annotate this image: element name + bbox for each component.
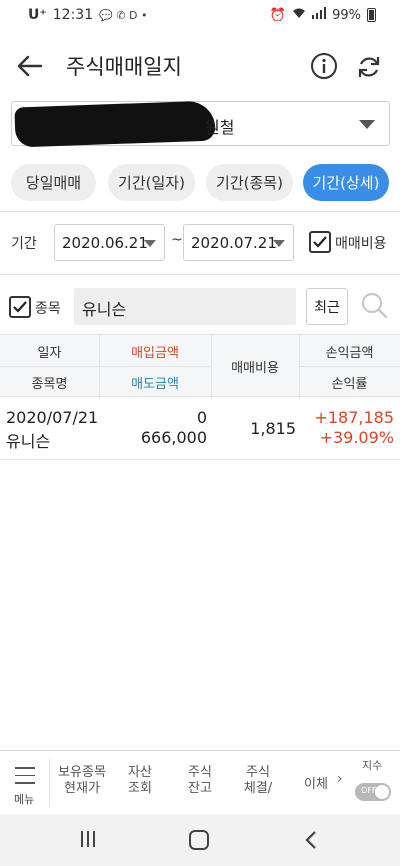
fee-checkbox[interactable]	[309, 231, 331, 253]
menu-label[interactable]: 메뉴	[14, 791, 34, 807]
end-date-value: 2020.07.21	[191, 234, 277, 252]
alarm-icon: ⏰	[269, 7, 287, 23]
header-pnl-amount: 손익금액	[325, 346, 374, 361]
back-arrow-icon[interactable]	[14, 50, 46, 82]
nav-holdings-line2: 현재가	[64, 781, 100, 796]
notification-icons: 💬 ✆ D •	[99, 8, 148, 22]
recent-button[interactable]: 최근	[306, 288, 348, 325]
table-row[interactable]: 2020/07/21 유니슨 0 666,000 1,815 +187,185 …	[0, 398, 400, 460]
start-date-value: 2020.06.21	[62, 234, 148, 252]
nav-transfer[interactable]: 이체	[304, 773, 328, 792]
nav-asset-inquiry[interactable]: 자산 조회	[120, 765, 160, 797]
start-date-select[interactable]: 2020.06.21	[54, 224, 165, 261]
recents-icon[interactable]	[80, 830, 96, 848]
account-holder-name: 원철	[205, 118, 235, 137]
page-title: 주식매매일지	[66, 55, 182, 79]
nav-asset-line2: 조회	[128, 781, 152, 796]
back-icon[interactable]	[303, 830, 319, 850]
home-icon[interactable]	[189, 830, 209, 850]
row-date: 2020/07/21	[6, 408, 99, 427]
nav-balance-line1: 주식	[188, 765, 212, 780]
header-date: 일자	[37, 346, 62, 361]
header-pnl-rate: 손익률	[331, 377, 368, 392]
tab-period-detail[interactable]: 기간(상세)	[303, 164, 389, 201]
account-select[interactable]: 원철	[11, 100, 390, 148]
search-icon[interactable]	[358, 290, 390, 322]
table-header: 일자 종목명 매입금액 매도금액 매매비용 손익금액 손익률	[0, 334, 400, 398]
system-nav-bar	[0, 814, 400, 866]
end-date-select[interactable]: 2020.07.21	[183, 224, 294, 261]
header-buy-amount: 매입금액	[131, 346, 179, 361]
divider	[0, 274, 400, 275]
date-separator: ~	[171, 232, 183, 248]
period-tabs: 당일매매 기간(일자) 기간(종목) 기간(상세)	[11, 164, 391, 202]
carrier-label: U⁺	[28, 7, 47, 23]
nav-holdings-line1: 보유종목	[58, 765, 106, 780]
clock: 12:31	[52, 7, 94, 23]
divider	[0, 211, 400, 212]
period-label: 기간	[11, 236, 37, 252]
row-sell-amount: 666,000	[140, 428, 207, 447]
stock-filter-checkbox[interactable]	[9, 296, 31, 318]
index-label: 지수	[362, 759, 383, 772]
tab-period-date[interactable]: 기간(일자)	[108, 164, 195, 201]
nav-balance-line2: 잔고	[188, 781, 212, 796]
header-fee: 매매비용	[231, 361, 279, 376]
tab-today[interactable]: 당일매매	[11, 164, 96, 201]
row-pnl-rate: +39.09%	[319, 428, 394, 447]
stock-search-value: 유니슨	[82, 300, 127, 319]
fee-checkbox-label: 매매비용	[335, 236, 387, 252]
header-stock-name: 종목명	[31, 377, 68, 392]
stock-search-input[interactable]: 유니슨	[74, 288, 296, 325]
status-bar: U⁺ 12:31 💬 ✆ D • ⏰ 99%	[0, 0, 400, 32]
chevron-down-icon	[359, 120, 375, 129]
nav-execution-line1: 주식	[246, 765, 270, 780]
refresh-icon[interactable]	[354, 52, 384, 82]
redacted-account-number	[14, 100, 216, 148]
nav-asset-line1: 자산	[128, 765, 152, 780]
battery-icon	[367, 8, 376, 22]
bottom-nav: 메뉴 보유종목 현재가 자산 조회 주식 잔고 주식 체결/ 이체 › 지수 O…	[0, 750, 400, 814]
nav-stock-execution[interactable]: 주식 체결/	[238, 765, 278, 797]
stock-filter-label: 종목	[35, 301, 61, 317]
wifi-icon	[292, 7, 306, 23]
battery-percent: 99%	[332, 7, 361, 23]
row-pnl-amount: +187,185	[314, 408, 394, 427]
index-toggle[interactable]: OFF	[355, 783, 391, 801]
nav-stock-balance[interactable]: 주식 잔고	[180, 765, 220, 797]
hamburger-menu-icon[interactable]	[15, 767, 35, 790]
row-stock-name: 유니슨	[6, 432, 51, 451]
nav-holdings-price[interactable]: 보유종목 현재가	[56, 765, 108, 797]
chevron-right-icon[interactable]: ›	[337, 771, 343, 787]
signal-icon	[312, 7, 327, 23]
tab-period-stock[interactable]: 기간(종목)	[206, 164, 293, 201]
app-header: 주식매매일지	[0, 38, 400, 94]
chevron-down-icon	[273, 240, 285, 247]
header-sell-amount: 매도금액	[131, 377, 179, 392]
chevron-down-icon	[144, 240, 156, 247]
row-buy-amount: 0	[196, 408, 207, 427]
row-fee: 1,815	[250, 419, 296, 438]
nav-execution-line2: 체결/	[243, 781, 273, 796]
info-icon[interactable]	[310, 52, 338, 80]
